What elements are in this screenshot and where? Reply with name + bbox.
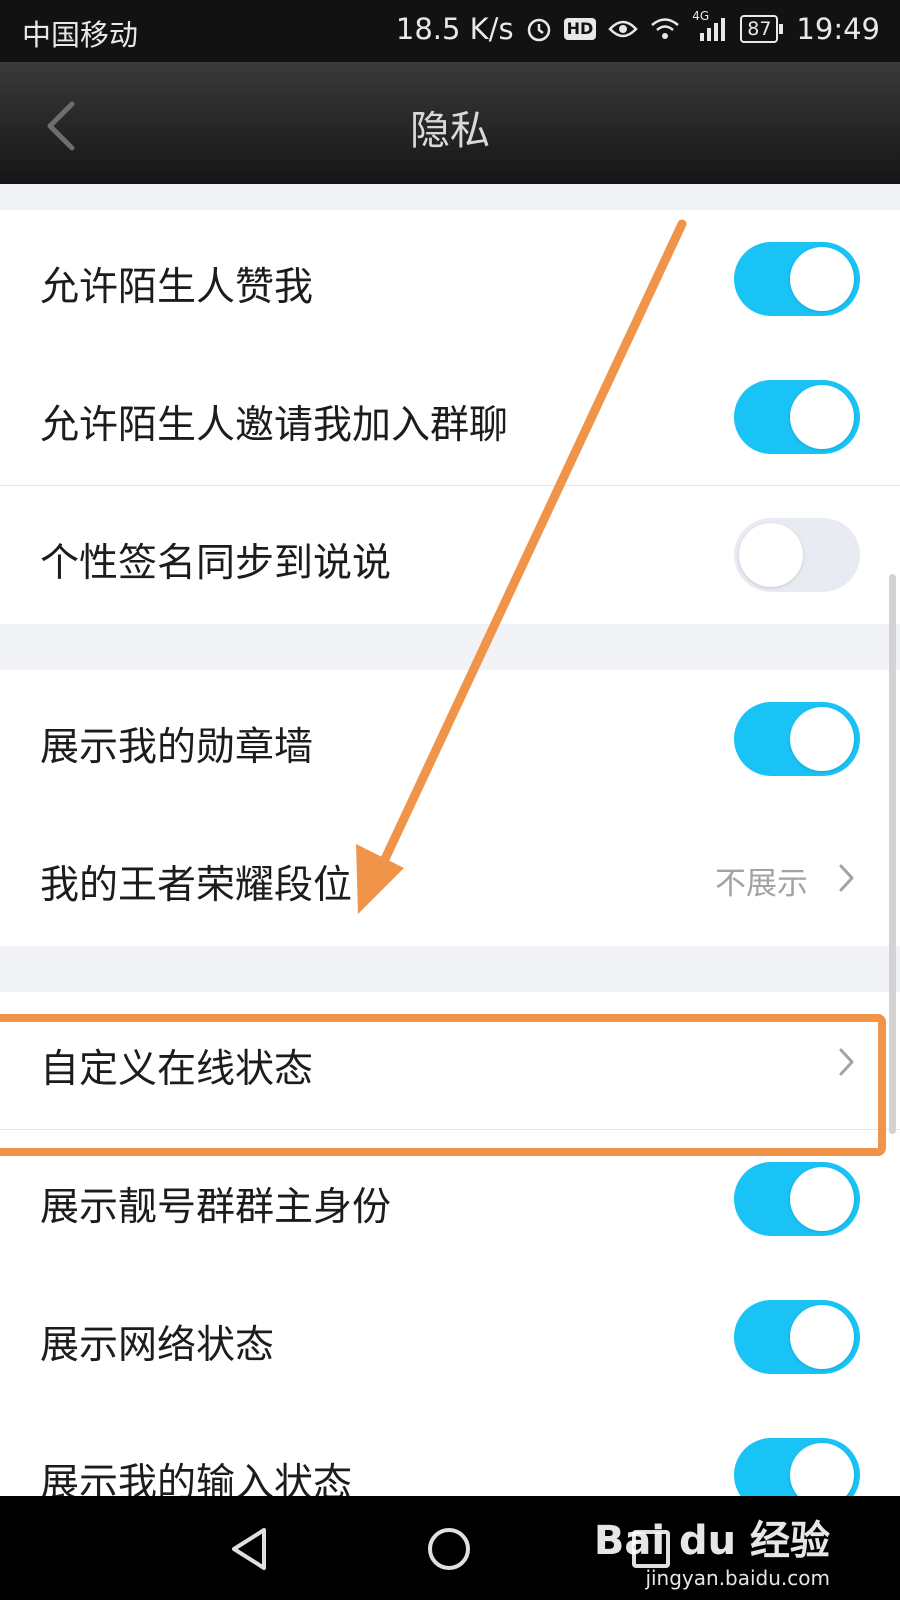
network-speed: 18.5 K/s	[395, 12, 514, 46]
eye-icon	[608, 20, 638, 38]
cell-signal-icon: 4G	[692, 9, 728, 43]
clock: 19:49	[796, 12, 880, 46]
back-triangle-icon[interactable]	[226, 1524, 276, 1574]
battery-icon: 87	[740, 15, 784, 43]
system-nav-bar: Bai du 经验 jingyan.baidu.com	[0, 1496, 900, 1600]
baidu-jingyan-watermark: Bai du 经验 jingyan.baidu.com	[594, 1508, 830, 1590]
navigation-bar: 隐私	[0, 62, 900, 184]
status-icons: 18.5 K/s HD 4G 87 19:49	[395, 9, 880, 46]
home-circle-icon[interactable]	[424, 1524, 474, 1574]
status-bar: 中国移动 18.5 K/s HD 4G 87 19:49	[0, 0, 900, 62]
hd-icon: HD	[563, 18, 597, 40]
watermark-url: jingyan.baidu.com	[645, 1566, 830, 1590]
page-title: 隐私	[410, 108, 490, 154]
watermark-logo: Bai du 经验	[593, 1518, 830, 1564]
settings-list: 允许陌生人赞我 允许陌生人邀请我加入群聊 个性签名同步到说说 展示我的勋章墙 我…	[0, 184, 900, 1496]
carrier-name: 中国移动	[22, 18, 139, 52]
alarm-icon	[527, 18, 550, 42]
wifi-icon	[651, 18, 680, 39]
annotation-arrow	[356, 219, 687, 914]
